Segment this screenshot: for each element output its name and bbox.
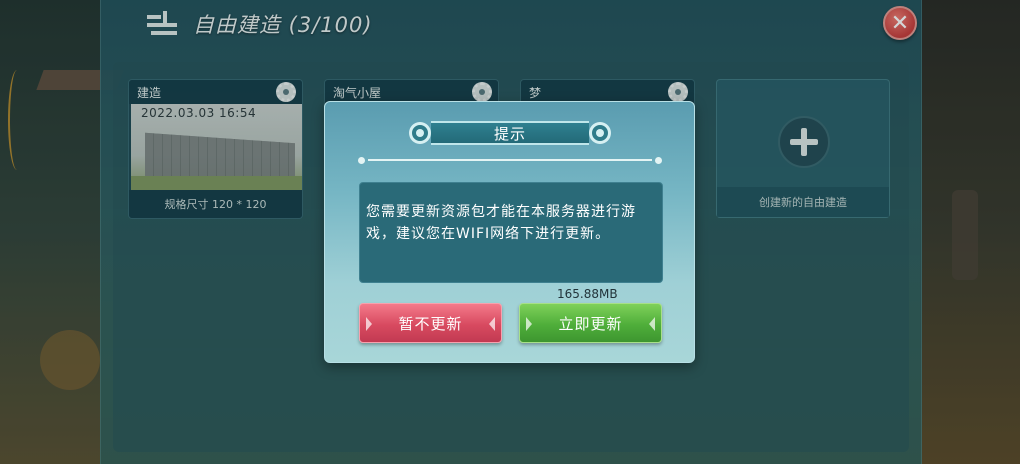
chevron-left-icon [366,317,372,331]
skip-update-label: 暂不更新 [398,314,463,333]
dialog-title-bar: 提示 [409,120,611,146]
ornament-left-icon [409,122,431,144]
message-box: 您需要更新资源包才能在本服务器进行游戏，建议您在WIFI网络下进行更新。 [359,182,663,283]
update-now-button[interactable]: 立即更新 [519,303,662,343]
dialog-title: 提示 [430,121,590,145]
skip-update-button[interactable]: 暂不更新 [359,303,502,343]
update-prompt-dialog: 提示 您需要更新资源包才能在本服务器进行游戏，建议您在WIFI网络下进行更新。 … [324,101,695,363]
ornament-right-icon [589,122,611,144]
chevron-right-icon [649,317,655,331]
chevron-left-icon [526,317,532,331]
download-size: 165.88MB [557,287,618,301]
update-now-label: 立即更新 [558,314,623,333]
dialog-message: 您需要更新资源包才能在本服务器进行游戏，建议您在WIFI网络下进行更新。 [366,204,636,242]
chevron-right-icon [489,317,495,331]
dialog-divider [355,156,665,164]
